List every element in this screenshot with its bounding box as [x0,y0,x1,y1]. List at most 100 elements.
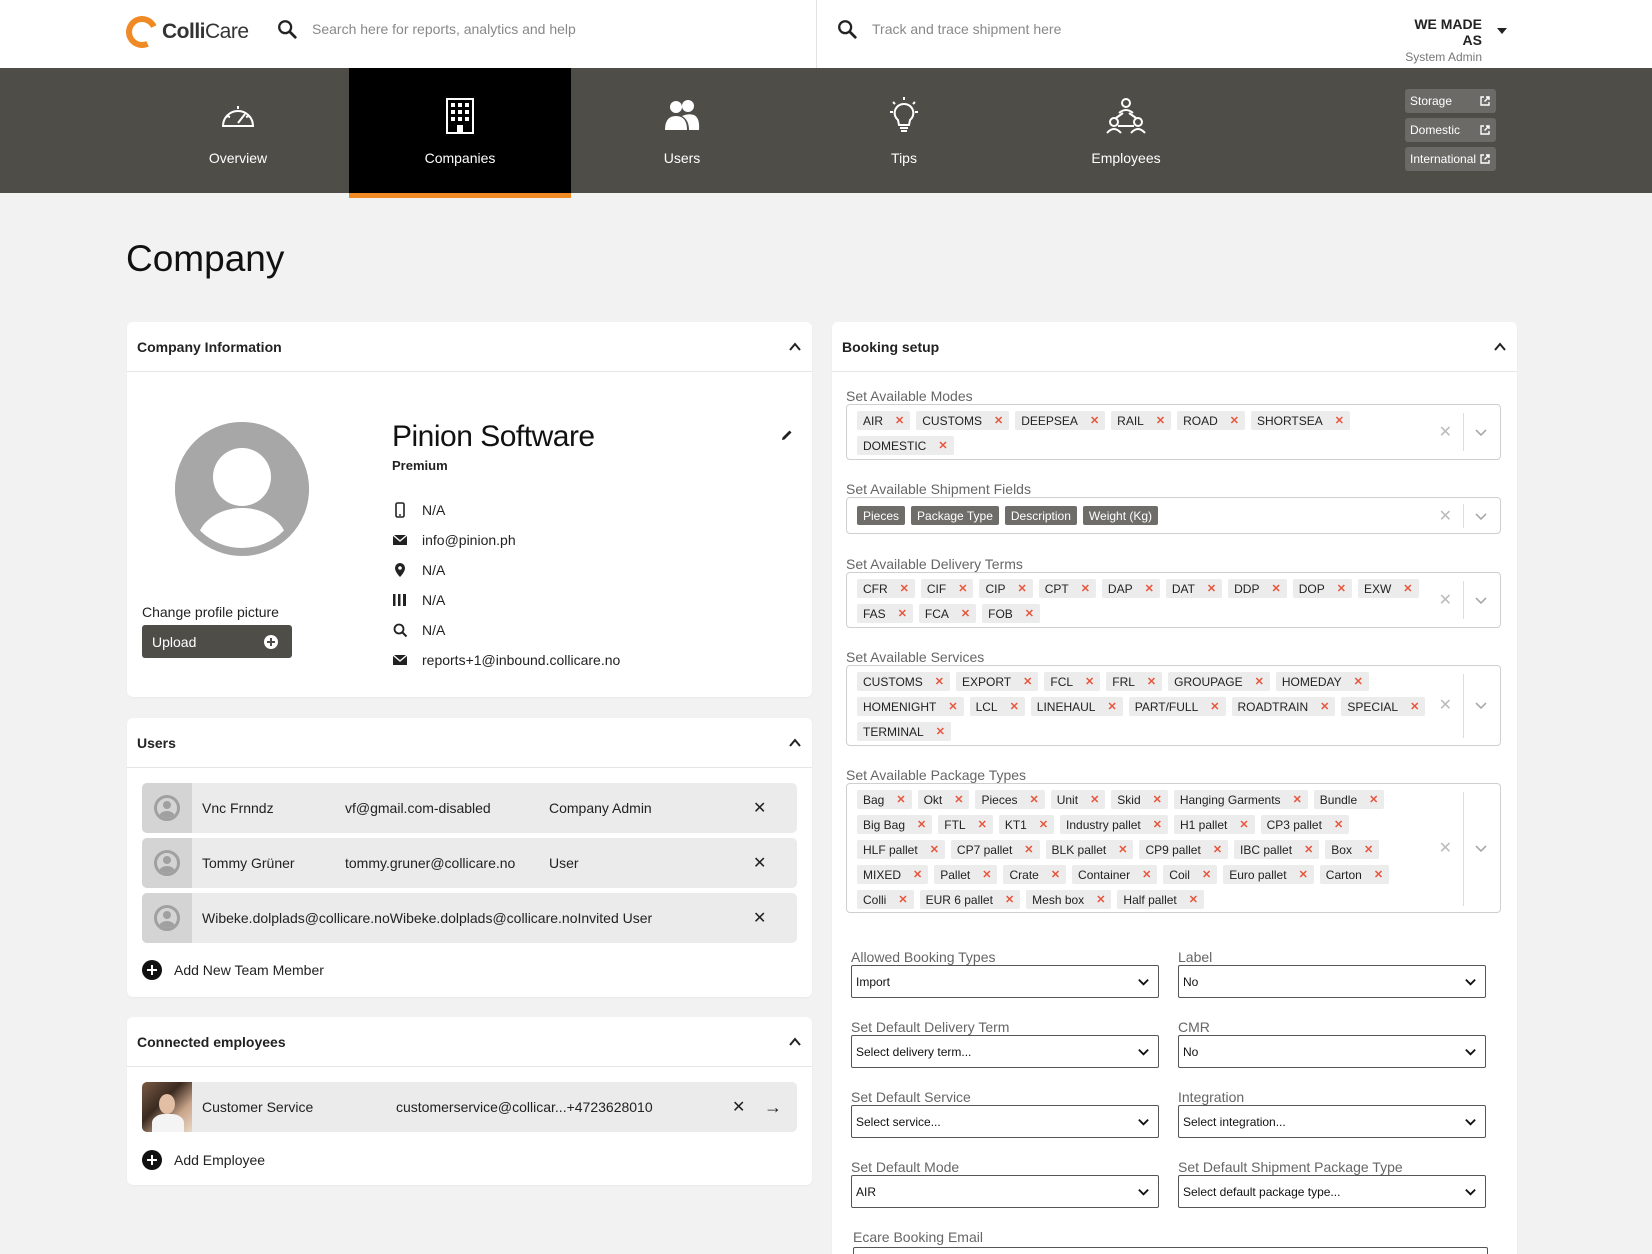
track-search-input[interactable] [872,21,1292,37]
chevron-down-icon[interactable] [1474,593,1488,607]
remove-tag-icon[interactable]: ✕ [1189,893,1198,906]
remove-tag-icon[interactable]: ✕ [1210,700,1219,713]
booking-setup-header[interactable]: Booking setup [832,322,1517,372]
remove-tag-icon[interactable]: ✕ [1337,582,1346,595]
nav-overview[interactable]: Overview [127,68,349,193]
remove-employee-icon[interactable]: ✕ [732,1097,745,1117]
remove-user-icon[interactable]: ✕ [753,908,766,928]
default-service-select[interactable]: Select service... [851,1105,1159,1138]
remove-tag-icon[interactable]: ✕ [1147,675,1156,688]
caret-down-icon[interactable] [1497,28,1507,34]
reports-search-input[interactable] [312,21,732,37]
cmr-select[interactable]: No [1178,1035,1486,1068]
remove-tag-icon[interactable]: ✕ [898,893,907,906]
remove-tag-icon[interactable]: ✕ [961,607,970,620]
remove-tag-icon[interactable]: ✕ [1025,607,1034,620]
remove-tag-icon[interactable]: ✕ [958,582,967,595]
remove-tag-icon[interactable]: ✕ [1107,700,1116,713]
chevron-up-icon[interactable] [788,340,802,354]
integration-select[interactable]: Select integration... [1178,1105,1486,1138]
default-delivery-term-select[interactable]: Select delivery term... [851,1035,1159,1068]
remove-tag-icon[interactable]: ✕ [982,868,991,881]
remove-tag-icon[interactable]: ✕ [1335,414,1344,427]
remove-tag-icon[interactable]: ✕ [1230,414,1239,427]
arrow-right-icon[interactable]: → [764,1097,782,1118]
remove-tag-icon[interactable]: ✕ [1156,414,1165,427]
remove-tag-icon[interactable]: ✕ [1024,843,1033,856]
remove-tag-icon[interactable]: ✕ [1271,582,1280,595]
remove-tag-icon[interactable]: ✕ [898,607,907,620]
chevron-down-icon[interactable] [1474,841,1488,855]
remove-tag-icon[interactable]: ✕ [1202,868,1211,881]
clear-icon[interactable]: ✕ [1439,838,1452,858]
users-header[interactable]: Users [127,718,812,768]
nav-companies[interactable]: Companies [349,68,571,198]
user-row[interactable]: Tommy Grüner tommy.gruner@collicare.no U… [142,838,797,888]
remove-tag-icon[interactable]: ✕ [1090,793,1099,806]
remove-tag-icon[interactable]: ✕ [1293,793,1302,806]
user-row[interactable]: Wibeke.dolplads@collicare.noWibeke.dolpl… [142,893,797,943]
remove-tag-icon[interactable]: ✕ [896,793,905,806]
remove-tag-icon[interactable]: ✕ [938,439,947,452]
nav-users[interactable]: Users [571,68,793,193]
company-info-header[interactable]: Company Information [127,322,812,372]
remove-tag-icon[interactable]: ✕ [994,414,1003,427]
nav-employees[interactable]: Employees [1015,68,1237,193]
booking-types-select[interactable]: Import [851,965,1159,998]
remove-tag-icon[interactable]: ✕ [935,675,944,688]
remove-tag-icon[interactable]: ✕ [1081,582,1090,595]
label-select[interactable]: No [1178,965,1486,998]
add-team-member-button[interactable]: Add New Team Member [142,960,324,980]
remove-tag-icon[interactable]: ✕ [1354,675,1363,688]
remove-tag-icon[interactable]: ✕ [936,725,945,738]
default-package-type-select[interactable]: Select default package type... [1178,1175,1486,1208]
remove-tag-icon[interactable]: ✕ [1096,893,1105,906]
remove-tag-icon[interactable]: ✕ [1255,675,1264,688]
employee-row[interactable]: Customer Service customerservice@collica… [142,1082,797,1132]
remove-tag-icon[interactable]: ✕ [1320,700,1329,713]
remove-tag-icon[interactable]: ✕ [913,868,922,881]
remove-tag-icon[interactable]: ✕ [1010,700,1019,713]
remove-tag-icon[interactable]: ✕ [1005,893,1014,906]
delivery-terms-multiselect[interactable]: CFR ✕ CIF ✕ CIP ✕ CPT ✕ DAP ✕ DAT ✕ DDP ✕ DOP ✕ … [846,572,1501,628]
remove-tag-icon[interactable]: ✕ [1213,843,1222,856]
remove-tag-icon[interactable]: ✕ [1304,843,1313,856]
remove-tag-icon[interactable]: ✕ [1085,675,1094,688]
clear-icon[interactable]: ✕ [1439,695,1452,715]
remove-tag-icon[interactable]: ✕ [1039,818,1048,831]
chevron-down-icon[interactable] [1474,509,1488,523]
chevron-up-icon[interactable] [788,1035,802,1049]
storage-link-button[interactable]: Storage [1405,89,1496,113]
package-types-multiselect[interactable]: Bag ✕ Okt ✕ Pieces ✕ Unit ✕ Skid ✕ Hanging Ga… [846,783,1501,913]
chevron-up-icon[interactable] [788,736,802,750]
chevron-down-icon[interactable] [1474,698,1488,712]
nav-tips[interactable]: Tips [793,68,1015,193]
user-row[interactable]: Vnc Frnndz vf@gmail.com-disabled Company… [142,783,797,833]
remove-tag-icon[interactable]: ✕ [978,818,987,831]
account-menu[interactable]: WE MADE AS System Admin [1396,16,1482,64]
remove-tag-icon[interactable]: ✕ [1374,868,1383,881]
remove-tag-icon[interactable]: ✕ [917,818,926,831]
remove-tag-icon[interactable]: ✕ [1369,793,1378,806]
remove-tag-icon[interactable]: ✕ [1364,843,1373,856]
chevron-down-icon[interactable] [1474,425,1488,439]
remove-tag-icon[interactable]: ✕ [1299,868,1308,881]
remove-tag-icon[interactable]: ✕ [1023,675,1032,688]
remove-tag-icon[interactable]: ✕ [1410,700,1419,713]
default-mode-select[interactable]: AIR [851,1175,1159,1208]
remove-tag-icon[interactable]: ✕ [954,793,963,806]
remove-tag-icon[interactable]: ✕ [1090,414,1099,427]
remove-tag-icon[interactable]: ✕ [930,843,939,856]
international-link-button[interactable]: International [1405,147,1496,171]
remove-tag-icon[interactable]: ✕ [1153,818,1162,831]
domestic-link-button[interactable]: Domestic [1405,118,1496,142]
remove-tag-icon[interactable]: ✕ [1118,843,1127,856]
pencil-icon[interactable] [780,428,794,442]
remove-tag-icon[interactable]: ✕ [948,700,957,713]
remove-tag-icon[interactable]: ✕ [1403,582,1412,595]
services-multiselect[interactable]: CUSTOMS ✕ EXPORT ✕ FCL ✕ FRL ✕ GROUPAGE ✕ HOM… [846,665,1501,746]
remove-tag-icon[interactable]: ✕ [1334,818,1343,831]
remove-user-icon[interactable]: ✕ [753,798,766,818]
remove-user-icon[interactable]: ✕ [753,853,766,873]
remove-tag-icon[interactable]: ✕ [895,414,904,427]
